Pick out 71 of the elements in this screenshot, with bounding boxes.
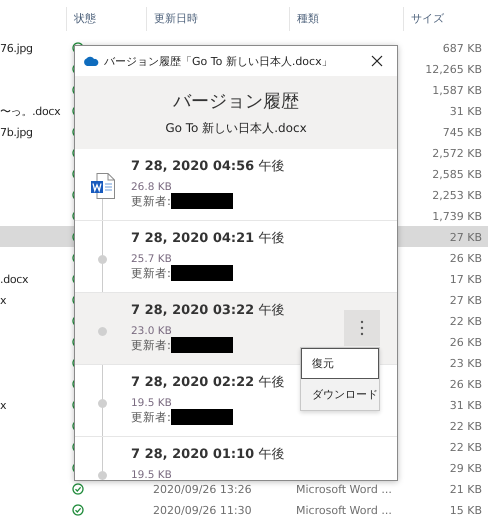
file-size: 687 KB <box>442 42 482 54</box>
file-size: 27 KB <box>450 294 482 306</box>
redacted-block <box>170 193 233 209</box>
file-size: 12,265 KB <box>425 62 482 76</box>
file-name: 76.jpg <box>0 42 33 54</box>
redacted-block <box>170 265 233 281</box>
version-date: 7 28, 2020 03:22 午後 <box>131 302 284 319</box>
file-size: 1,739 KB <box>432 210 482 222</box>
file-size: 17 KB <box>450 272 482 286</box>
file-size: 27 KB <box>450 230 482 244</box>
modified-date: 2020/09/26 11:30 <box>153 504 252 516</box>
window-title: バージョン履歴「Go To 新しい日本人.docx」 <box>104 54 334 68</box>
author-label: 更新者: <box>131 410 171 424</box>
file-size: 15 KB <box>450 504 482 516</box>
file-size: 26 KB <box>450 378 482 390</box>
version-size: 25.7 KB <box>131 253 173 265</box>
file-size: 21 KB <box>450 482 482 496</box>
column-header[interactable]: サイズ <box>403 6 488 30</box>
column-header[interactable]: 更新日時 <box>146 6 289 30</box>
file-name: Go To 新しい日本人.docx <box>165 120 307 137</box>
file-size: 745 KB <box>442 126 482 138</box>
file-size: 2,253 KB <box>432 188 482 202</box>
author-label: 更新者: <box>131 266 171 280</box>
column-header[interactable]: 状態 <box>66 6 146 30</box>
cloud-icon <box>83 56 99 66</box>
file-size: 22 KB <box>450 440 482 454</box>
check-circle-icon <box>72 483 84 495</box>
version-size: 26.8 KB <box>131 181 173 193</box>
file-name: 7b.jpg <box>0 126 33 138</box>
author-label: 更新者: <box>131 194 171 208</box>
version-size: 23.0 KB <box>131 325 173 337</box>
menu-item[interactable]: 復元 <box>301 348 379 379</box>
version-date: 7 28, 2020 04:56 午後 <box>131 158 284 175</box>
file-name: .docx <box>0 272 28 286</box>
version-item[interactable]: 7 28, 2020 04:56 午後 26.8 KB 更新者: <box>75 149 397 221</box>
file-size: 26 KB <box>450 336 482 348</box>
redacted-block <box>170 409 233 425</box>
author-label: 更新者: <box>131 338 171 352</box>
file-type: Microsoft Word ... <box>296 504 392 516</box>
file-row[interactable]: 2020/09/26 13:26 Microsoft Word ... 21 KB <box>0 478 488 499</box>
check-circle-icon <box>72 504 84 516</box>
dialog-heading: バージョン履歴 <box>173 90 299 113</box>
file-size: 31 KB <box>450 398 482 412</box>
version-date: 7 28, 2020 04:21 午後 <box>131 230 284 247</box>
modified-date: 2020/09/26 13:26 <box>153 482 252 496</box>
file-size: 29 KB <box>450 462 482 474</box>
version-item[interactable]: 7 28, 2020 01:10 午後 19.5 KB <box>75 437 397 480</box>
close-icon <box>371 55 383 67</box>
file-size: 23 KB <box>450 356 482 370</box>
file-size: 22 KB <box>450 314 482 328</box>
file-size: 2,585 KB <box>432 168 482 180</box>
version-size: 19.5 KB <box>131 469 173 480</box>
menu-item[interactable]: ダウンロード <box>301 379 379 410</box>
redacted-block <box>170 337 233 353</box>
file-size: 31 KB <box>450 104 482 118</box>
column-header[interactable]: 種類 <box>289 6 403 30</box>
file-size: 1,587 KB <box>432 84 482 96</box>
file-name: 〜っ。.docx <box>0 104 60 118</box>
file-size: 22 KB <box>450 420 482 432</box>
file-name: x <box>0 398 6 412</box>
word-document-icon <box>91 173 115 199</box>
more-icon <box>360 320 364 336</box>
file-row[interactable]: 2020/09/26 11:30 Microsoft Word ... 15 KB <box>0 499 488 516</box>
version-date: 7 28, 2020 01:10 午後 <box>131 446 284 463</box>
file-name: x <box>0 294 6 306</box>
timeline-dot <box>98 327 107 336</box>
version-date: 7 28, 2020 02:22 午後 <box>131 374 284 391</box>
file-type: Microsoft Word ... <box>296 482 392 496</box>
version-size: 19.5 KB <box>131 397 173 409</box>
file-size: 26 KB <box>450 252 482 264</box>
file-size: 2,572 KB <box>432 146 482 160</box>
